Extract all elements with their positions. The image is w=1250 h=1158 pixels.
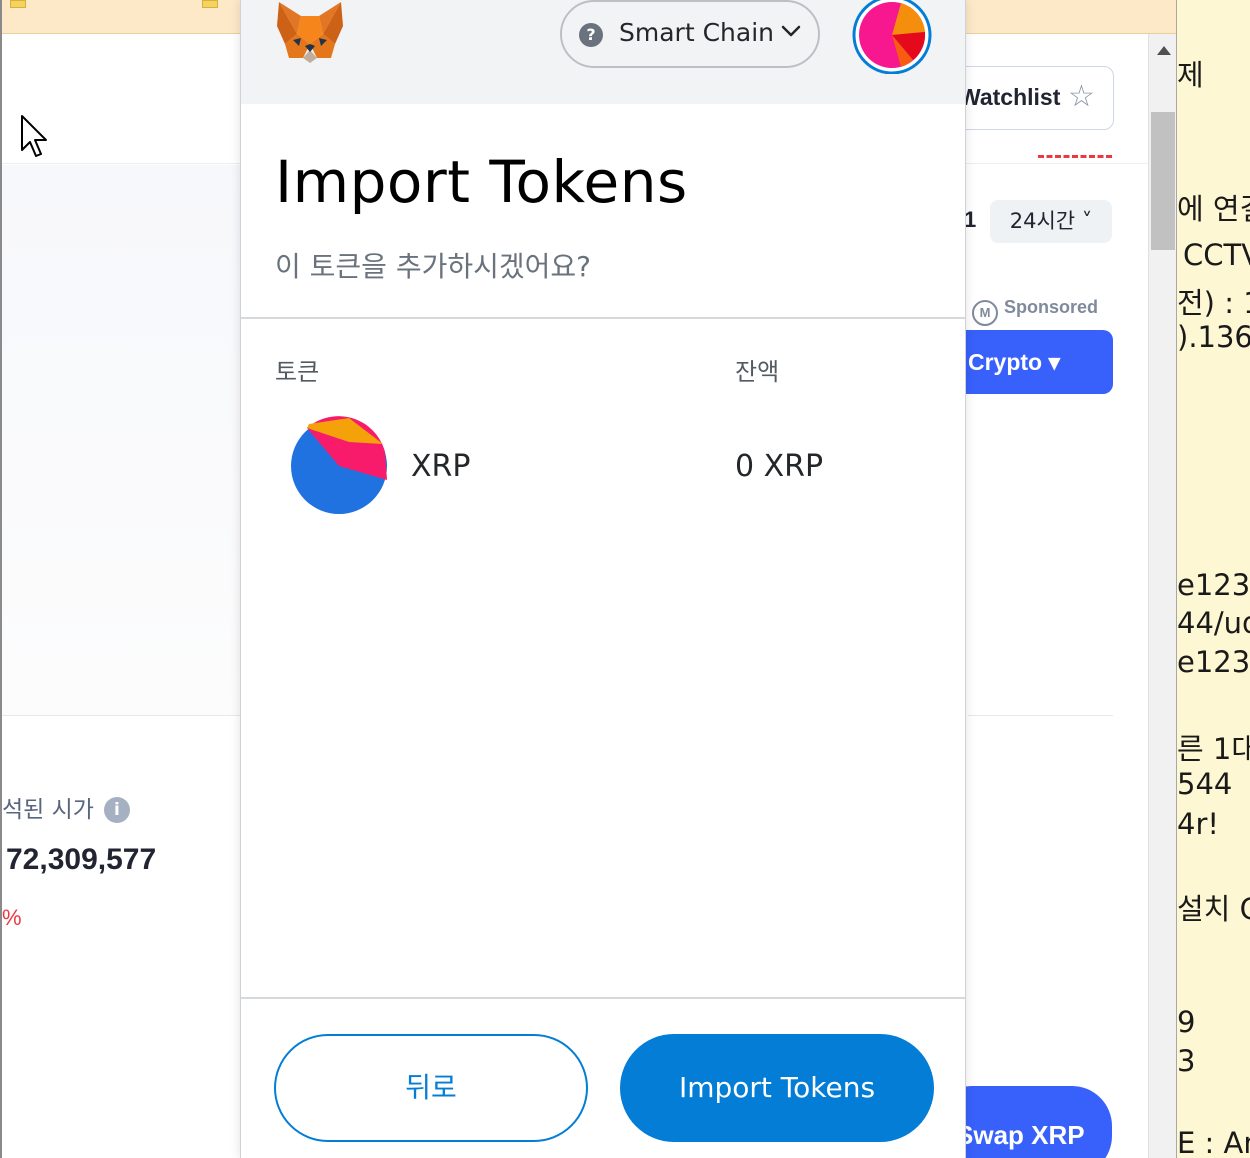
time-range-select[interactable]: 24시간 ˅ <box>990 200 1112 243</box>
notepad-line: 에 연결 <box>1177 192 1250 226</box>
notepad-line: ).136.1 <box>1177 320 1250 354</box>
notepad-line: 제 <box>1177 58 1204 92</box>
token-column-header: 토큰 <box>275 358 320 386</box>
time-range-value: 24시간 <box>1009 209 1076 233</box>
market-cap-label: 석된 시가 i <box>2 790 130 824</box>
background-divider <box>968 715 1113 716</box>
notepad-line: 544 <box>1177 767 1233 801</box>
watchlist-label: Watchlist <box>959 84 1061 110</box>
help-circle-icon: ? <box>579 23 603 47</box>
bookmark-folder-icon[interactable] <box>10 0 26 8</box>
notepad-window: 제 에 연결 CCTV 전) : 1 ).136.1 e1234 44/ud e… <box>1176 0 1250 1158</box>
notepad-line: 른 1대 <box>1177 732 1250 766</box>
background-chart-area <box>2 165 242 715</box>
page-title: Import Tokens <box>275 148 688 216</box>
section-divider <box>241 317 965 319</box>
token-symbol: XRP <box>411 449 471 484</box>
footer-divider <box>241 997 965 999</box>
sponsored-label: M Sponsored <box>972 297 1098 326</box>
bookmark-folder-icon[interactable] <box>202 0 218 8</box>
notepad-line: e1234 <box>1177 568 1250 602</box>
notepad-line: 설치 C <box>1177 892 1250 926</box>
account-avatar-icon[interactable] <box>851 0 933 74</box>
token-balance: 0 XRP <box>735 449 824 484</box>
metamask-popup: ? Smart Chain Import Tokens 이 토큰을 추가하시겠어… <box>240 0 966 1158</box>
notepad-line: E : Am <box>1177 1126 1250 1158</box>
price-change-fragment <box>1038 155 1112 161</box>
chevron-down-icon <box>781 25 801 37</box>
metamask-header: ? Smart Chain <box>241 0 965 104</box>
network-selector[interactable]: ? Smart Chain <box>560 0 820 68</box>
notepad-line: 3 <box>1177 1044 1196 1078</box>
scroll-thumb[interactable] <box>1151 112 1175 250</box>
notepad-line: e1234 <box>1177 645 1250 679</box>
background-divider <box>2 715 242 716</box>
market-cap-change: % <box>2 905 22 930</box>
network-name: Smart Chain <box>619 18 774 47</box>
notepad-line: 4r! <box>1177 807 1219 841</box>
notepad-line: CCTV <box>1183 238 1250 272</box>
scroll-up-arrow-icon[interactable] <box>1157 46 1171 55</box>
import-tokens-button[interactable]: Import Tokens <box>620 1034 934 1142</box>
mouse-cursor-icon <box>21 115 47 157</box>
balance-column-header: 잔액 <box>735 358 780 386</box>
notepad-line: 전) : 1 <box>1177 286 1250 320</box>
notepad-line: 44/ud <box>1177 606 1250 640</box>
browser-scrollbar[interactable] <box>1148 34 1176 1158</box>
star-icon: ☆ <box>1068 79 1095 114</box>
back-button[interactable]: 뒤로 <box>274 1034 588 1142</box>
info-icon[interactable]: i <box>103 797 130 823</box>
market-cap-value: 72,309,577 <box>6 843 157 876</box>
coinmarketcap-logo-icon: M <box>972 300 998 326</box>
buy-crypto-button[interactable]: Crypto ▾ <box>942 330 1113 394</box>
metamask-fox-logo-icon[interactable] <box>275 0 345 66</box>
page-subtitle: 이 토큰을 추가하시겠어요? <box>275 250 592 283</box>
notepad-line: 9 <box>1177 1005 1196 1039</box>
token-identicon-icon <box>291 416 387 514</box>
